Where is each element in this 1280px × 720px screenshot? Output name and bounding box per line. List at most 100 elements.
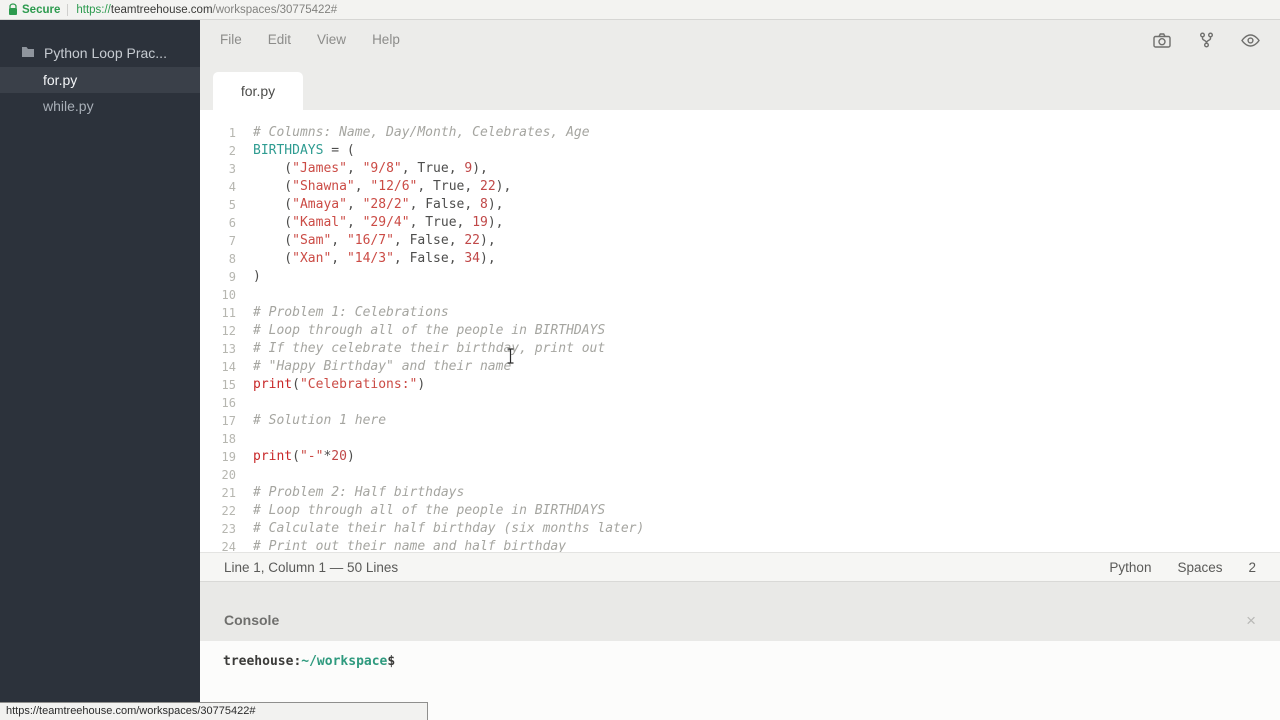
code-text: ("James", "9/8", True, 9), [253, 160, 488, 178]
code-line[interactable]: 2 BIRTHDAYS = ( [200, 142, 1280, 160]
code-line[interactable]: 5 ("Amaya", "28/2", False, 8), [200, 196, 1280, 214]
line-number: 7 [200, 232, 236, 250]
code-text: print("-"*20) [253, 448, 355, 466]
code-line[interactable]: 12# Loop through all of the people in BI… [200, 322, 1280, 340]
code-text: # Problem 2: Half birthdays [253, 484, 464, 502]
toolbar-icons [1152, 30, 1260, 50]
console-panel: Console × treehouse:~/workspace$ [200, 582, 1280, 720]
code-line[interactable]: 11# Problem 1: Celebrations [200, 304, 1280, 322]
code-line[interactable]: 10 [200, 286, 1280, 304]
line-number: 17 [200, 412, 236, 430]
code-line[interactable]: 20 [200, 466, 1280, 484]
indent-size: 2 [1248, 560, 1256, 575]
code-line[interactable]: 17 # Solution 1 here [200, 412, 1280, 430]
console-header: Console × [200, 582, 1280, 640]
eye-icon [1241, 34, 1260, 47]
cursor-position: Line 1, Column 1 — 50 Lines [224, 560, 398, 575]
fork-icon [1199, 32, 1214, 48]
line-number: 21 [200, 484, 236, 502]
line-number: 3 [200, 160, 236, 178]
line-number: 5 [200, 196, 236, 214]
url-host: teamtreehouse.com [111, 4, 213, 16]
sidebar-item-for-py[interactable]: for.py [0, 67, 200, 93]
menu-item-view[interactable]: View [317, 32, 346, 47]
sidebar-item-while-py[interactable]: while.py [0, 93, 200, 119]
folder-icon [21, 45, 35, 61]
editor-chrome: File Edit View Help for.py [200, 20, 1280, 110]
code-line[interactable]: 19 print("-"*20) [200, 448, 1280, 466]
browser-url-bar[interactable]: Secure https://teamtreehouse.com/workspa… [0, 0, 1280, 20]
code-text: # If they celebrate their birthday, prin… [253, 340, 605, 358]
code-line[interactable]: 18 [200, 430, 1280, 448]
line-number: 4 [200, 178, 236, 196]
code-text: # Problem 1: Celebrations [253, 304, 449, 322]
code-area[interactable]: 1# Columns: Name, Day/Month, Celebrates,… [200, 110, 1280, 552]
line-number: 18 [200, 430, 236, 448]
line-number: 13 [200, 340, 236, 358]
divider [67, 4, 68, 16]
menu-item-file[interactable]: File [220, 32, 242, 47]
code-text: ("Xan", "14/3", False, 34), [253, 250, 496, 268]
code-line[interactable]: 14 # "Happy Birthday" and their name [200, 358, 1280, 376]
secure-label: Secure [22, 4, 60, 16]
line-number: 20 [200, 466, 236, 484]
fork-button[interactable] [1196, 30, 1216, 50]
code-line[interactable]: 7 ("Sam", "16/7", False, 22), [200, 232, 1280, 250]
code-text: print("Celebrations:") [253, 376, 425, 394]
code-line[interactable]: 13 # If they celebrate their birthday, pr… [200, 340, 1280, 358]
console-title: Console [224, 612, 279, 628]
code-text: # Solution 1 here [253, 412, 386, 430]
code-text: ("Amaya", "28/2", False, 8), [253, 196, 504, 214]
link-status-tooltip: https://teamtreehouse.com/workspaces/307… [0, 702, 428, 720]
line-number: 10 [200, 286, 236, 304]
code-text: # "Happy Birthday" and their name [253, 358, 511, 376]
url-path: /workspaces/30775422# [213, 4, 338, 16]
menubar-items: File Edit View Help [220, 32, 400, 47]
line-number: 24 [200, 538, 236, 552]
code-text: # Loop through all of the people in BIRT… [253, 502, 605, 520]
tab-for-py[interactable]: for.py [213, 72, 303, 110]
line-number: 6 [200, 214, 236, 232]
code-line[interactable]: 8 ("Xan", "14/3", False, 34), [200, 250, 1280, 268]
code-line[interactable]: 24 # Print out their name and half birthd… [200, 538, 1280, 552]
code-text: BIRTHDAYS = ( [253, 142, 355, 160]
line-number: 2 [200, 142, 236, 160]
project-name: Python Loop Prac... [44, 45, 167, 61]
code-line[interactable]: 1# Columns: Name, Day/Month, Celebrates,… [200, 124, 1280, 142]
code-text: ("Sam", "16/7", False, 22), [253, 232, 496, 250]
line-number: 1 [200, 124, 236, 142]
code-text: # Print out their name and half birthday [253, 538, 566, 552]
code-line[interactable]: 22# Loop through all of the people in BI… [200, 502, 1280, 520]
code-line[interactable]: 23# Calculate their half birthday (six m… [200, 520, 1280, 538]
tab-label: for.py [241, 83, 275, 99]
preview-button[interactable] [1240, 30, 1260, 50]
statusbar-right: Python Spaces 2 [1109, 560, 1256, 575]
code-line[interactable]: 9) [200, 268, 1280, 286]
line-number: 14 [200, 358, 236, 376]
workspace-main: File Edit View Help for.py 1# Columns: Name… [200, 20, 1280, 720]
line-number: 8 [200, 250, 236, 268]
indent-mode: Spaces [1177, 560, 1222, 575]
code-line[interactable]: 21 # Problem 2: Half birthdays [200, 484, 1280, 502]
file-tree-sidebar: Python Loop Prac... for.pywhile.py [0, 20, 200, 720]
editor-statusbar: Line 1, Column 1 — 50 Lines Python Space… [200, 552, 1280, 582]
code-text: ("Kamal", "29/4", True, 19), [253, 214, 504, 232]
code-line[interactable]: 3 ("James", "9/8", True, 9), [200, 160, 1280, 178]
lock-icon [8, 3, 18, 16]
code-text: # Loop through all of the people in BIRT… [253, 322, 605, 340]
code-line[interactable]: 16 [200, 394, 1280, 412]
code-text: ) [253, 268, 261, 286]
code-line[interactable]: 15print("Celebrations:") [200, 376, 1280, 394]
close-icon[interactable]: × [1246, 614, 1256, 628]
line-number: 9 [200, 268, 236, 286]
menu-item-edit[interactable]: Edit [268, 32, 291, 47]
code-text: # Calculate their half birthday (six mon… [253, 520, 644, 538]
code-line[interactable]: 4 ("Shawna", "12/6", True, 22), [200, 178, 1280, 196]
sidebar-project-folder[interactable]: Python Loop Prac... [0, 39, 200, 67]
snapshot-button[interactable] [1152, 30, 1172, 50]
code-line[interactable]: 6 ("Kamal", "29/4", True, 19), [200, 214, 1280, 232]
menu-item-help[interactable]: Help [372, 32, 400, 47]
terminal-prompt: treehouse:~/workspace$ [223, 654, 395, 669]
language-indicator: Python [1109, 560, 1151, 575]
line-number: 19 [200, 448, 236, 466]
